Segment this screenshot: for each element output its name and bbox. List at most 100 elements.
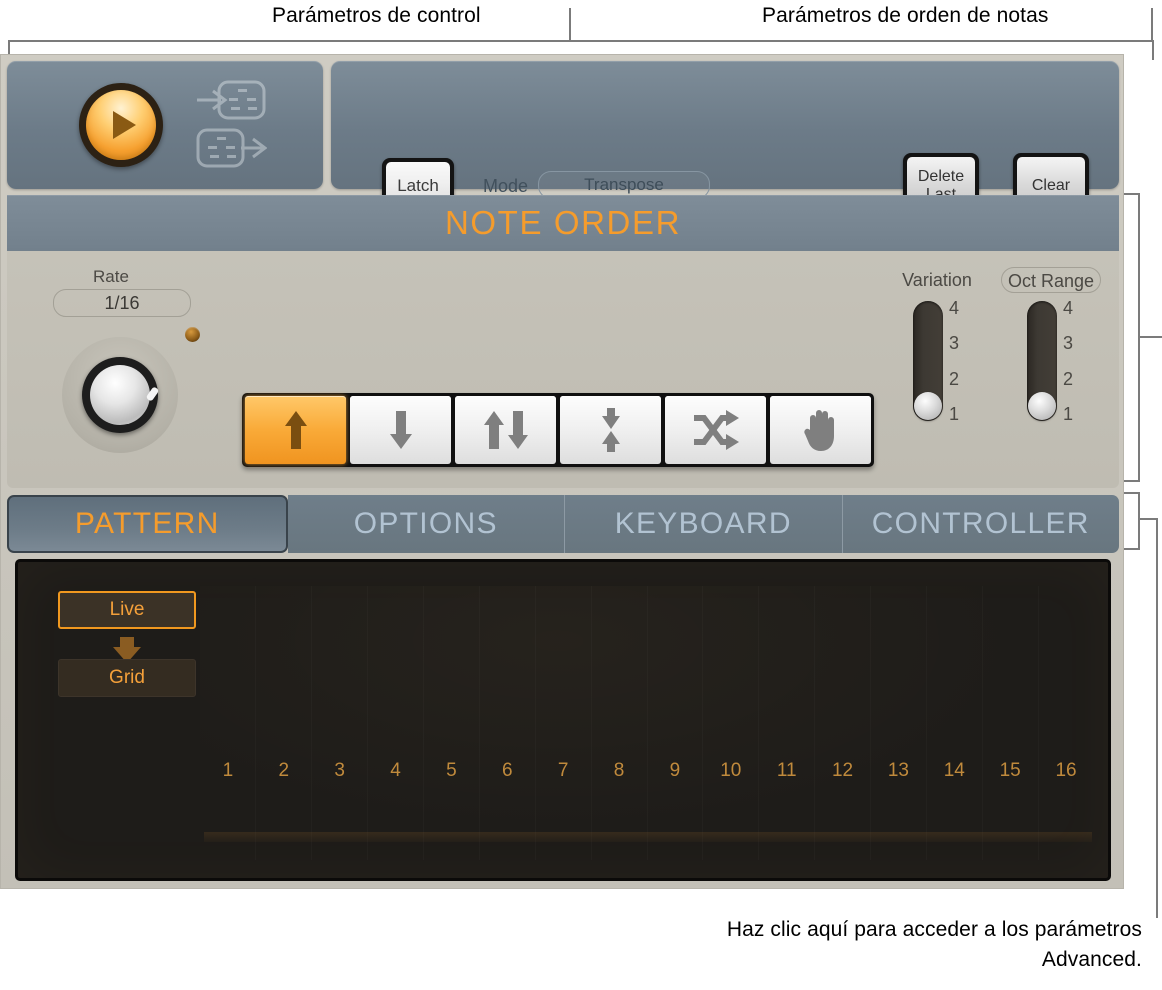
step-number: 4	[390, 760, 401, 781]
pattern-grid-column[interactable]	[1039, 586, 1094, 860]
delete-last-line1: Delete	[917, 168, 965, 185]
pattern-grid-column[interactable]	[815, 586, 871, 860]
midi-in-icon	[195, 79, 267, 126]
variation-tick: 2	[949, 368, 960, 389]
play-button-face	[86, 90, 156, 160]
variation-label: Variation	[902, 270, 972, 290]
note-order-direction-buttons	[242, 393, 874, 467]
pattern-grid-column[interactable]	[648, 586, 704, 860]
direction-button-random[interactable]	[665, 396, 766, 464]
direction-button-as-played[interactable]	[770, 396, 871, 464]
rate-knob[interactable]: Slow Fast	[54, 329, 186, 545]
step-number: 2	[278, 760, 290, 781]
direction-button-down[interactable]	[350, 396, 451, 464]
pattern-grid-column[interactable]	[256, 586, 312, 860]
pattern-grid-column[interactable]	[536, 586, 592, 860]
pattern-grid-column[interactable]	[312, 586, 368, 860]
bracket-control-stem	[569, 8, 571, 41]
pattern-grid-column[interactable]	[759, 586, 815, 860]
pattern-grid-baseline	[204, 832, 1092, 842]
step-number: 10	[720, 760, 742, 781]
arrow-down-icon	[388, 409, 414, 451]
tab-keyboard[interactable]: KEYBOARD	[565, 495, 843, 553]
rate-value-field[interactable]: 1/16	[53, 289, 191, 317]
oct-range-slider-group: Oct Range 4 3 2 1	[1001, 267, 1101, 423]
step-number: 13	[887, 760, 909, 781]
step-number: 14	[943, 760, 965, 781]
play-icon	[112, 111, 136, 139]
oct-range-slider-thumb[interactable]	[1028, 392, 1056, 420]
tab-controller[interactable]: CONTROLLER	[842, 495, 1119, 553]
arpeggiator-plugin-window: Latch Mode Transpose Delete Last Clear N…	[0, 54, 1124, 889]
bracket-note-order-stem	[1151, 8, 1153, 41]
note-order-body: Rate 1/16 Variation 4 3 2 1 Oct Range 4 …	[7, 251, 1119, 545]
step-number: 6	[502, 760, 513, 781]
variation-slider-group: Variation 4 3 2 1	[901, 267, 973, 423]
tab-pattern[interactable]: PATTERN	[7, 495, 288, 553]
rate-knob-face	[90, 365, 150, 425]
pattern-grid-column[interactable]	[368, 586, 424, 860]
rate-led-indicator	[185, 327, 200, 342]
oct-range-label[interactable]: Oct Range	[1001, 267, 1101, 293]
callout-note-order-params: Parámetros de orden de notas	[762, 4, 1049, 27]
bracket-advanced-leader-down	[1156, 518, 1158, 918]
direction-button-inward[interactable]	[560, 396, 661, 464]
bracket-top-right-tick	[1152, 40, 1154, 60]
shuffle-icon	[692, 410, 740, 450]
pattern-step-numbers: 1 2 3 4 5 6 7 8 9 10 11 12 13 14 15 16	[200, 760, 1094, 784]
variation-slider-track[interactable]	[913, 301, 943, 421]
oct-range-tick: 3	[1063, 333, 1074, 354]
arrows-converge-icon	[598, 407, 624, 453]
mode-label: Mode	[483, 176, 529, 196]
step-number: 16	[1055, 760, 1077, 781]
step-number: 12	[831, 760, 854, 781]
oct-range-tick: 1	[1063, 403, 1074, 424]
midi-out-icon	[195, 127, 268, 174]
oct-range-scale: 4 3 2 1	[1063, 298, 1085, 424]
note-order-header: NOTE ORDER	[7, 195, 1119, 251]
step-number: 5	[446, 760, 457, 781]
step-number: 11	[776, 760, 797, 781]
step-number: 1	[222, 760, 234, 781]
transport-panel	[7, 61, 323, 189]
pattern-grid-column[interactable]	[703, 586, 759, 860]
pattern-grid-columns	[200, 586, 1094, 860]
top-control-strip: Latch Mode Transpose Delete Last Clear	[7, 61, 1119, 219]
pattern-grid-column[interactable]	[592, 586, 648, 860]
step-number: 3	[334, 760, 345, 781]
variation-tick: 4	[949, 298, 960, 318]
pattern-grid-column[interactable]	[424, 586, 480, 860]
step-number: 8	[613, 760, 625, 781]
arrow-up-down-icon	[482, 409, 530, 451]
live-button[interactable]: Live	[58, 591, 196, 629]
pattern-grid-column[interactable]	[480, 586, 536, 860]
variation-tick: 3	[949, 333, 960, 354]
bracket-advanced-leader	[1138, 518, 1158, 520]
grid-button[interactable]: Grid	[58, 659, 196, 697]
bracket-note-order-leader	[1138, 336, 1162, 338]
play-button[interactable]	[79, 83, 163, 167]
tab-options[interactable]: OPTIONS	[287, 495, 565, 553]
variation-tick: 1	[949, 403, 960, 424]
variation-scale: 4 3 2 1	[949, 298, 971, 424]
oct-range-tick: 4	[1063, 298, 1074, 318]
rate-knob-cap	[82, 357, 160, 433]
rate-label: Rate	[93, 267, 129, 286]
arrow-up-icon	[283, 409, 309, 451]
pattern-grid-column[interactable]	[871, 586, 927, 860]
pattern-grid-column[interactable]	[983, 586, 1039, 860]
pattern-grid-column[interactable]	[200, 586, 256, 860]
bracket-advanced-vertical	[1138, 492, 1140, 550]
direction-button-up-down[interactable]	[455, 396, 556, 464]
callout-control-params: Parámetros de control	[272, 4, 481, 27]
step-number: 15	[999, 760, 1021, 781]
callout-advanced-params: Haz clic aquí para acceder a los parámet…	[726, 918, 1142, 971]
oct-range-slider-track[interactable]	[1027, 301, 1057, 421]
bracket-top-rail	[8, 40, 1154, 42]
oct-range-tick: 2	[1063, 368, 1074, 389]
pattern-grid-column[interactable]	[927, 586, 983, 860]
direction-button-up[interactable]	[245, 396, 346, 464]
variation-slider-thumb[interactable]	[914, 392, 942, 420]
step-number: 7	[557, 760, 569, 781]
pattern-display: 1 2 3 4 5 6 7 8 9 10 11 12 13 14 15 16 L…	[15, 559, 1111, 881]
